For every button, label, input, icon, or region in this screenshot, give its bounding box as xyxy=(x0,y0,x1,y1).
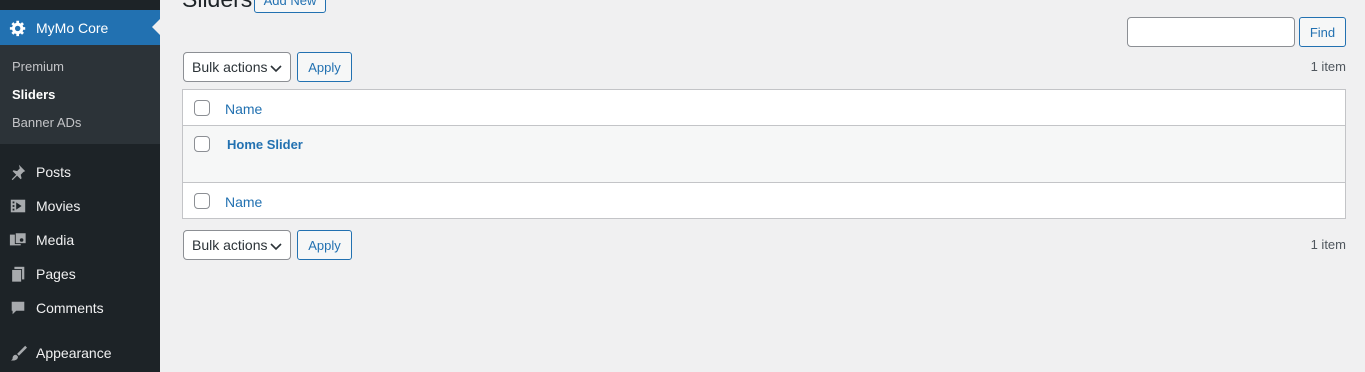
pages-icon xyxy=(8,264,28,284)
admin-sidebar: MyMo Core Premium Sliders Banner ADs Pos… xyxy=(0,0,160,372)
add-new-button[interactable]: Add New xyxy=(254,0,326,13)
submenu-item-banner-ads[interactable]: Banner ADs xyxy=(12,115,81,130)
sliders-table: Name Home Slider Name xyxy=(182,89,1346,219)
row-checkbox[interactable] xyxy=(194,136,210,152)
table-header: Name xyxy=(183,90,1345,126)
comment-icon xyxy=(8,298,28,318)
row-title-link[interactable]: Home Slider xyxy=(227,137,303,152)
sidebar-item-label: Posts xyxy=(36,164,72,180)
table-row: Home Slider xyxy=(183,126,1345,183)
submenu-item-premium[interactable]: Premium xyxy=(12,59,64,74)
video-icon xyxy=(8,196,28,216)
menu-item-mymo-core[interactable]: MyMo Core xyxy=(0,10,160,45)
sidebar-item-movies[interactable]: Movies xyxy=(0,189,160,223)
bulk-actions-label: Bulk actions xyxy=(192,237,268,253)
bulk-actions-select-top[interactable]: Bulk actions xyxy=(183,52,291,82)
sidebar-item-label: Media xyxy=(36,232,75,248)
item-count-top: 1 item xyxy=(1310,59,1346,74)
sidebar-item-media[interactable]: Media xyxy=(0,223,160,257)
sidebar-item-label: Pages xyxy=(36,266,76,282)
column-footer-name[interactable]: Name xyxy=(225,194,262,210)
apply-button-top[interactable]: Apply xyxy=(297,52,352,82)
search-input[interactable] xyxy=(1127,17,1295,47)
sidebar-item-appearance[interactable]: Appearance xyxy=(0,336,160,370)
sidebar-item-comments[interactable]: Comments xyxy=(0,291,160,325)
submenu: Premium Sliders Banner ADs xyxy=(0,45,160,144)
gear-icon xyxy=(8,18,28,38)
submenu-item-sliders[interactable]: Sliders xyxy=(12,87,55,102)
paintbrush-icon xyxy=(8,343,28,363)
bulk-actions-label: Bulk actions xyxy=(192,59,268,75)
apply-button-bottom[interactable]: Apply xyxy=(297,230,352,260)
sidebar-item-label: Movies xyxy=(36,198,81,214)
select-all-checkbox-footer[interactable] xyxy=(194,193,210,209)
page-title: Sliders xyxy=(182,0,252,13)
table-footer: Name xyxy=(183,183,1345,218)
sidebar-item-label: Comments xyxy=(36,300,104,316)
item-count-bottom: 1 item xyxy=(1310,237,1346,252)
sidebar-item-posts[interactable]: Posts xyxy=(0,155,160,189)
chevron-down-icon xyxy=(270,239,282,255)
sidebar-item-label: Appearance xyxy=(36,345,112,361)
sidebar-item-pages[interactable]: Pages xyxy=(0,257,160,291)
menu-label: MyMo Core xyxy=(36,19,109,36)
bulk-actions-select-bottom[interactable]: Bulk actions xyxy=(183,230,291,260)
select-all-checkbox[interactable] xyxy=(194,100,210,116)
find-button[interactable]: Find xyxy=(1299,17,1346,47)
current-menu-arrow xyxy=(152,19,160,35)
media-icon xyxy=(8,230,28,250)
chevron-down-icon xyxy=(270,61,282,77)
pushpin-icon xyxy=(8,162,28,182)
column-header-name[interactable]: Name xyxy=(225,101,262,117)
